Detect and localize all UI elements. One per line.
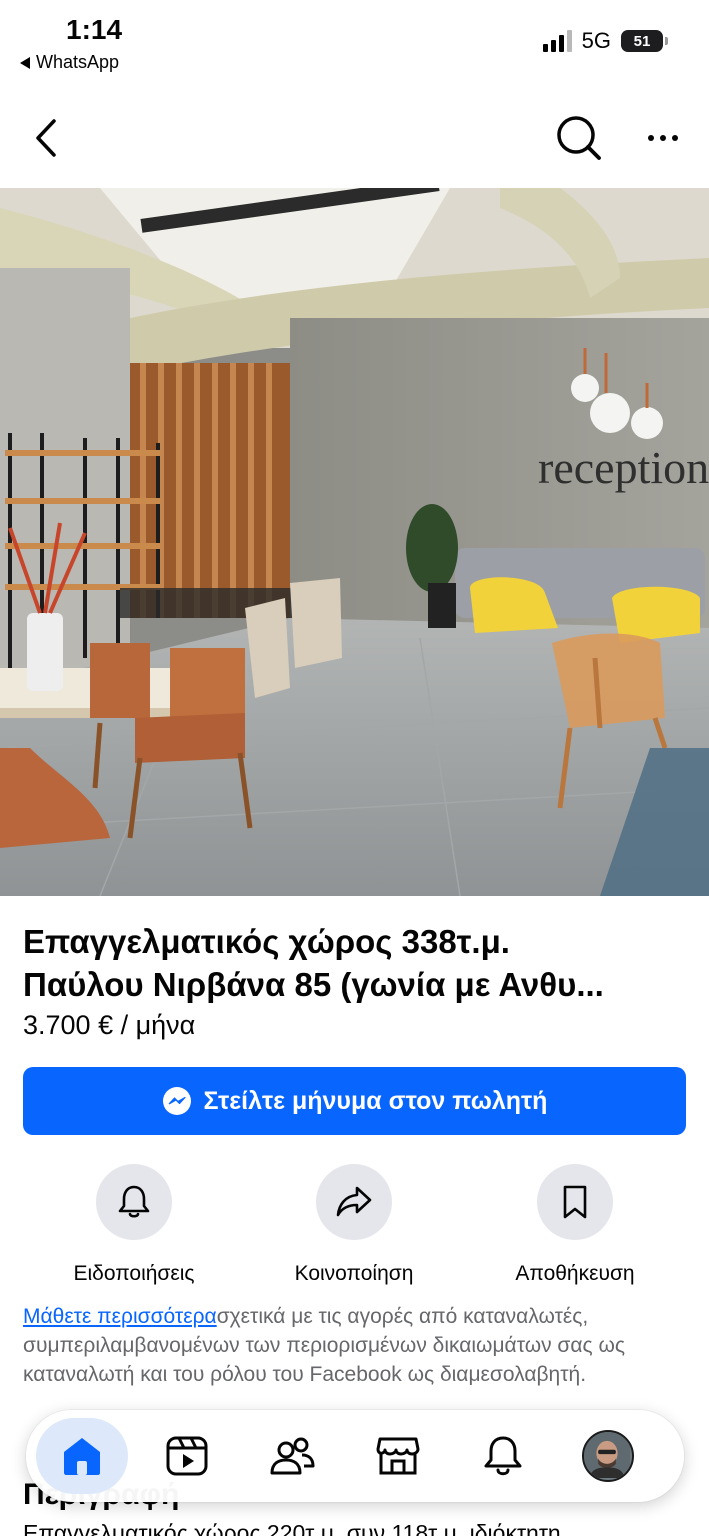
back-button[interactable] <box>26 112 66 164</box>
status-bar: 1:14 WhatsApp 5G 51 <box>0 0 709 84</box>
friends-icon <box>270 1437 315 1475</box>
consumer-info-text: Μάθετε περισσότερασχετικά με τις αγορές … <box>23 1302 683 1410</box>
dot-icon <box>648 135 654 141</box>
tab-video[interactable] <box>141 1418 233 1494</box>
more-options-button[interactable] <box>643 114 683 162</box>
listing-actions: Ειδοποιήσεις Κοινοποίηση Αποθήκευση <box>0 1164 709 1286</box>
share-icon <box>336 1186 372 1217</box>
avatar-image <box>583 1432 630 1478</box>
notifications-action-label: Ειδοποιήσεις <box>73 1262 195 1285</box>
status-indicators: 5G 51 <box>542 28 668 54</box>
messenger-icon <box>162 1087 191 1115</box>
top-nav <box>0 100 709 176</box>
learn-more-link[interactable]: Μάθετε περισσότερα <box>23 1305 217 1328</box>
notifications-icon <box>484 1436 522 1476</box>
back-to-app-link[interactable]: WhatsApp <box>20 52 119 73</box>
home-icon <box>64 1438 100 1475</box>
bottom-tab-bar <box>26 1410 684 1502</box>
tab-profile[interactable] <box>562 1418 654 1494</box>
tab-friends[interactable] <box>246 1418 338 1494</box>
profile-avatar <box>581 1430 634 1482</box>
listing-photo-illustration: reception <box>0 188 709 896</box>
share-action-circle[interactable] <box>316 1164 392 1240</box>
tab-home[interactable] <box>36 1418 128 1494</box>
search-icon <box>557 116 601 160</box>
save-action-label: Αποθήκευση <box>515 1262 635 1285</box>
network-type: 5G <box>581 28 611 53</box>
notifications-action[interactable]: Ειδοποιήσεις <box>34 1164 234 1286</box>
notifications-action-circle[interactable] <box>96 1164 172 1240</box>
search-button[interactable] <box>555 114 603 162</box>
video-icon <box>166 1436 208 1476</box>
bell-icon <box>118 1185 150 1218</box>
marketplace-icon <box>376 1437 420 1475</box>
cellular-signal-icon <box>542 30 572 52</box>
tab-notifications[interactable] <box>457 1418 549 1494</box>
dot-icon <box>672 135 678 141</box>
save-action-circle[interactable] <box>537 1164 613 1240</box>
share-action-label: Κοινοποίηση <box>294 1262 414 1285</box>
save-action[interactable]: Αποθήκευση <box>475 1164 675 1286</box>
listing-photo[interactable]: reception <box>0 188 709 896</box>
dot-icon <box>660 135 666 141</box>
message-seller-label: Στείλτε μήνυμα στον πωλητή <box>203 1086 548 1115</box>
battery-level: 51 <box>633 32 651 50</box>
listing-title: Επαγγελματικός χώρος 338τ.μ. Παύλου Νιρβ… <box>23 920 683 1006</box>
message-seller-button[interactable]: Στείλτε μήνυμα στον πωλητή <box>23 1067 686 1135</box>
status-time: 1:14 <box>66 14 123 45</box>
back-app-label: WhatsApp <box>36 52 120 72</box>
battery-icon: 51 <box>621 30 668 52</box>
bookmark-icon <box>563 1185 587 1219</box>
share-action[interactable]: Κοινοποίηση <box>254 1164 454 1286</box>
chevron-left-icon <box>36 119 56 157</box>
reception-sign: reception <box>538 442 709 493</box>
listing-price: 3.700 € / μήνα <box>23 1010 196 1040</box>
tab-marketplace[interactable] <box>352 1418 444 1494</box>
listing-title-line1: Επαγγελματικός χώρος 338τ.μ. <box>23 923 510 960</box>
listing-title-line2: Παύλου Νιρβάνα 85 (γωνία με Ανθυ... <box>23 966 604 1003</box>
back-triangle-icon <box>20 56 30 69</box>
description-text: Επαγγελματικός χώρος 220τ.μ. συν 118τ.μ.… <box>23 1520 561 1536</box>
